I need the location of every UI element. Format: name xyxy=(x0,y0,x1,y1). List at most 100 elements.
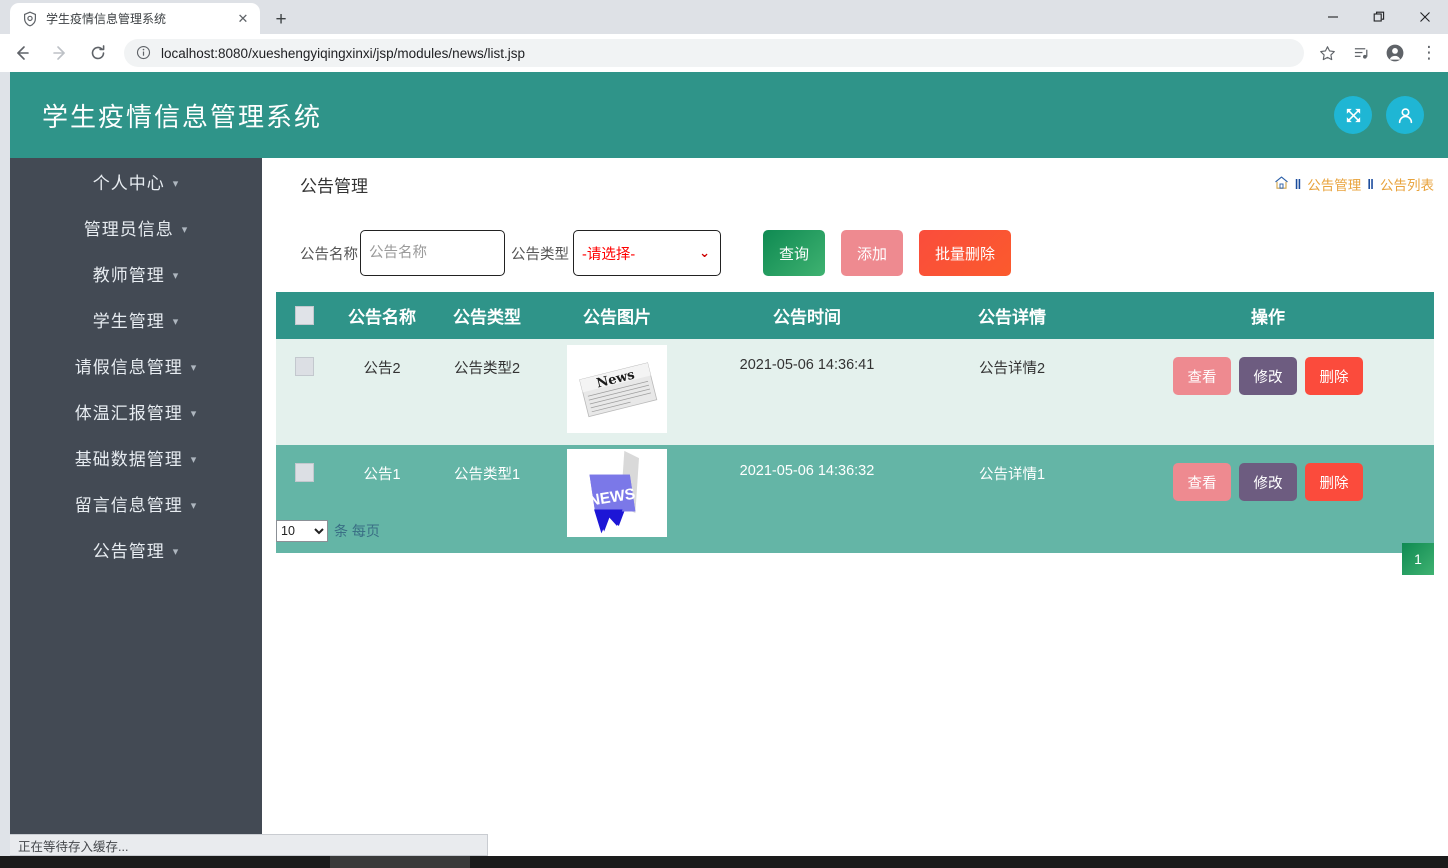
sidebar-item-personal-center[interactable]: 个人中心 ▾ xyxy=(10,158,262,204)
maximize-icon[interactable] xyxy=(1356,0,1402,34)
column-header-detail: 公告详情 xyxy=(978,308,1046,327)
sidebar: 个人中心 ▾ 管理员信息 ▾ 教师管理 ▾ 学生管理 ▾ 请假信息管理 ▾ 体温… xyxy=(10,158,262,856)
search-form: 公告名称 公告类型 -请选择- ⌄ 查询 添加 批量删除 xyxy=(300,230,1011,276)
app-title: 学生疫情信息管理系统 xyxy=(42,101,323,132)
page-viewport: 学生疫情信息管理系统 个人中心 ▾ 管理员信息 ▾ 教师管理 ▾ 学生管理 ▾ … xyxy=(10,72,1448,856)
chevron-down-icon: ▾ xyxy=(190,453,198,466)
chevron-down-icon: ▾ xyxy=(190,499,198,512)
table-row: 公告1 公告类型1 NEWS 2021-05-06 14:36:32 公告详情1… xyxy=(276,445,1434,553)
address-bar[interactable]: localhost:8080/xueshengyiqingxinxi/jsp/m… xyxy=(124,39,1304,67)
browser-tabstrip: 学生疫情信息管理系统 ✕ + xyxy=(0,0,1448,34)
sidebar-item-announcement-management[interactable]: 公告管理 ▾ xyxy=(10,526,262,572)
back-icon[interactable] xyxy=(6,37,38,69)
column-header-time: 公告时间 xyxy=(773,308,841,327)
view-button[interactable]: 查看 xyxy=(1173,357,1231,395)
announcement-name-input[interactable] xyxy=(360,230,505,276)
browser-toolbar: localhost:8080/xueshengyiqingxinxi/jsp/m… xyxy=(0,34,1448,72)
select-all-checkbox-cell xyxy=(276,292,332,339)
query-button[interactable]: 查询 xyxy=(763,230,825,276)
announcement-name-label: 公告名称 xyxy=(300,246,358,263)
breadcrumb-item-announcement-list[interactable]: 公告列表 xyxy=(1380,174,1434,194)
view-button[interactable]: 查看 xyxy=(1173,463,1231,501)
sidebar-item-admin-info[interactable]: 管理员信息 ▾ xyxy=(10,204,262,250)
delete-button[interactable]: 删除 xyxy=(1305,357,1363,395)
cell-detail: 公告详情2 xyxy=(978,361,1046,377)
select-all-checkbox[interactable] xyxy=(294,306,314,325)
sidebar-item-leave-info-management[interactable]: 请假信息管理 ▾ xyxy=(10,342,262,388)
sidebar-item-label: 教师管理 xyxy=(92,265,165,285)
sidebar-item-student-management[interactable]: 学生管理 ▾ xyxy=(10,296,262,342)
cell-image: NEWS xyxy=(542,445,692,553)
shield-icon xyxy=(22,11,38,27)
column-header-type: 公告类型 xyxy=(453,308,521,327)
sidebar-item-label: 公告管理 xyxy=(92,541,165,561)
home-icon[interactable] xyxy=(1274,175,1289,193)
chevron-down-icon: ⌄ xyxy=(699,245,710,260)
column-header-operation: 操作 xyxy=(1251,308,1285,327)
add-button[interactable]: 添加 xyxy=(841,230,903,276)
media-icon[interactable] xyxy=(1346,38,1376,68)
sidebar-item-label: 体温汇报管理 xyxy=(74,403,183,423)
sidebar-item-label: 个人中心 xyxy=(92,173,165,193)
cell-type: 公告类型2 xyxy=(453,361,521,377)
announcement-type-select[interactable]: -请选择- ⌄ xyxy=(573,230,721,276)
sidebar-item-label: 基础数据管理 xyxy=(74,449,183,469)
table-row: 公告2 公告类型2 News 2021-05-06 14:36:41 公告详情2… xyxy=(276,339,1434,445)
app-header: 学生疫情信息管理系统 xyxy=(10,72,1448,158)
chevron-down-icon: ▾ xyxy=(172,269,180,282)
minimize-icon[interactable] xyxy=(1310,0,1356,34)
fullscreen-icon[interactable] xyxy=(1334,96,1372,134)
row-checkbox[interactable] xyxy=(294,463,314,482)
batch-delete-button[interactable]: 批量删除 xyxy=(919,230,1011,276)
taskbar-segment xyxy=(330,856,470,868)
close-icon[interactable]: ✕ xyxy=(234,10,252,28)
chevron-down-icon: ▾ xyxy=(172,545,180,558)
chevron-down-icon: ▾ xyxy=(190,361,198,374)
announcement-type-selected: -请选择- xyxy=(582,246,636,263)
sidebar-item-message-info-management[interactable]: 留言信息管理 ▾ xyxy=(10,480,262,526)
row-checkbox[interactable] xyxy=(294,357,314,376)
announcement-table: 公告名称 公告类型 公告图片 公告时间 公告详情 操作 公告2 公告类型2 Ne… xyxy=(276,292,1434,553)
status-text: 正在等待存入缓存... xyxy=(18,839,129,854)
news-banner-photo: NEWS xyxy=(567,449,667,537)
close-window-icon[interactable] xyxy=(1402,0,1448,34)
sidebar-item-temperature-report-management[interactable]: 体温汇报管理 ▾ xyxy=(10,388,262,434)
row-checkbox-cell xyxy=(276,339,332,445)
content-area: 公告管理 ‖ 公告管理 ‖ 公告列表 公告名称 公告类型 -请选择- xyxy=(262,158,1448,856)
reload-icon[interactable] xyxy=(82,37,114,69)
column-header-name: 公告名称 xyxy=(348,308,416,327)
breadcrumb-item-announcement-management[interactable]: 公告管理 xyxy=(1307,174,1361,194)
forward-icon[interactable] xyxy=(44,37,76,69)
delete-button[interactable]: 删除 xyxy=(1305,463,1363,501)
edit-button[interactable]: 修改 xyxy=(1239,463,1297,501)
sidebar-item-basic-data-management[interactable]: 基础数据管理 ▾ xyxy=(10,434,262,480)
column-header-image: 公告图片 xyxy=(583,308,651,327)
sidebar-item-teacher-management[interactable]: 教师管理 ▾ xyxy=(10,250,262,296)
new-tab-button[interactable]: + xyxy=(268,7,294,33)
page-number-button[interactable]: 1 xyxy=(1402,543,1434,575)
profile-icon[interactable] xyxy=(1380,38,1410,68)
sidebar-item-label: 学生管理 xyxy=(92,311,165,331)
chevron-down-icon: ▾ xyxy=(181,223,189,236)
content-header: 公告管理 ‖ 公告管理 ‖ 公告列表 xyxy=(262,158,1448,216)
window-controls xyxy=(1310,0,1448,34)
breadcrumb-separator: ‖ xyxy=(1367,176,1374,192)
browser-status-bar: 正在等待存入缓存... xyxy=(10,834,488,856)
user-icon[interactable] xyxy=(1386,96,1424,134)
taskbar xyxy=(0,856,1448,868)
sidebar-item-label: 留言信息管理 xyxy=(74,495,183,515)
cell-time: 2021-05-06 14:36:32 xyxy=(739,463,875,479)
browser-menu-icon[interactable]: ⋮ xyxy=(1414,38,1444,68)
page-size-select[interactable]: 10 20 50 100 xyxy=(276,520,328,542)
announcement-type-label: 公告类型 xyxy=(511,246,569,263)
edit-button[interactable]: 修改 xyxy=(1239,357,1297,395)
info-icon xyxy=(136,45,152,61)
cell-name: 公告2 xyxy=(363,361,401,377)
chevron-down-icon: ▾ xyxy=(172,177,180,190)
cell-actions: 查看 修改 删除 xyxy=(1102,445,1434,553)
bookmark-star-icon[interactable] xyxy=(1312,38,1342,68)
table-header-row: 公告名称 公告类型 公告图片 公告时间 公告详情 操作 xyxy=(276,292,1434,339)
sidebar-item-label: 管理员信息 xyxy=(83,219,174,239)
app-header-actions xyxy=(1334,96,1424,134)
browser-tab[interactable]: 学生疫情信息管理系统 ✕ xyxy=(10,3,260,34)
